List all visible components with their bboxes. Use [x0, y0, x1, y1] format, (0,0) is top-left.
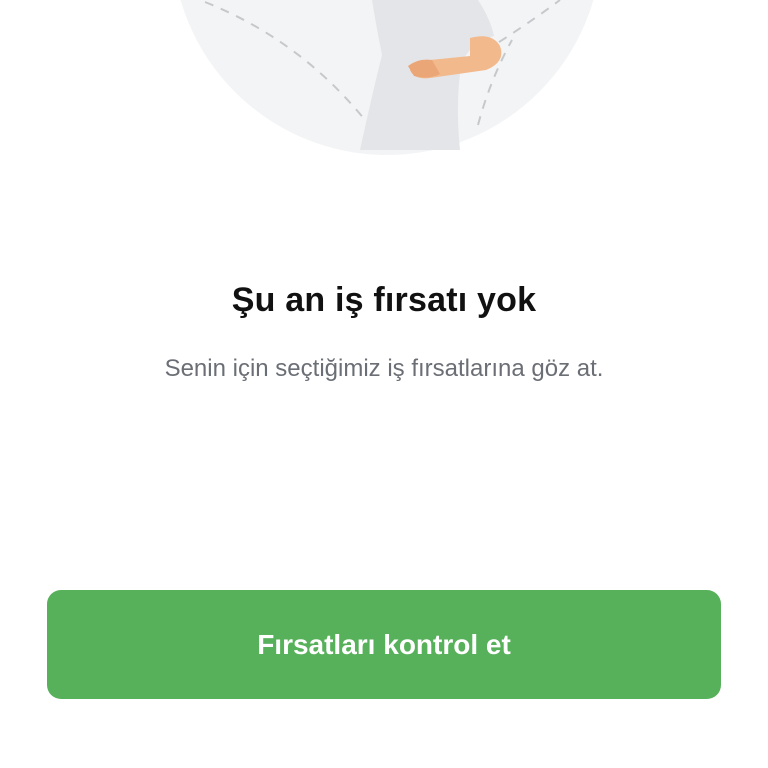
empty-state-screen: Şu an iş fırsatı yok Senin için seçtiğim… — [0, 0, 768, 768]
empty-state-title: Şu an iş fırsatı yok — [231, 281, 537, 319]
check-opportunities-button[interactable]: Fırsatları kontrol et — [47, 590, 721, 699]
person-illustration-icon — [180, 0, 594, 155]
empty-state-subtitle: Senin için seçtiğimiz iş fırsatlarına gö… — [164, 355, 604, 382]
